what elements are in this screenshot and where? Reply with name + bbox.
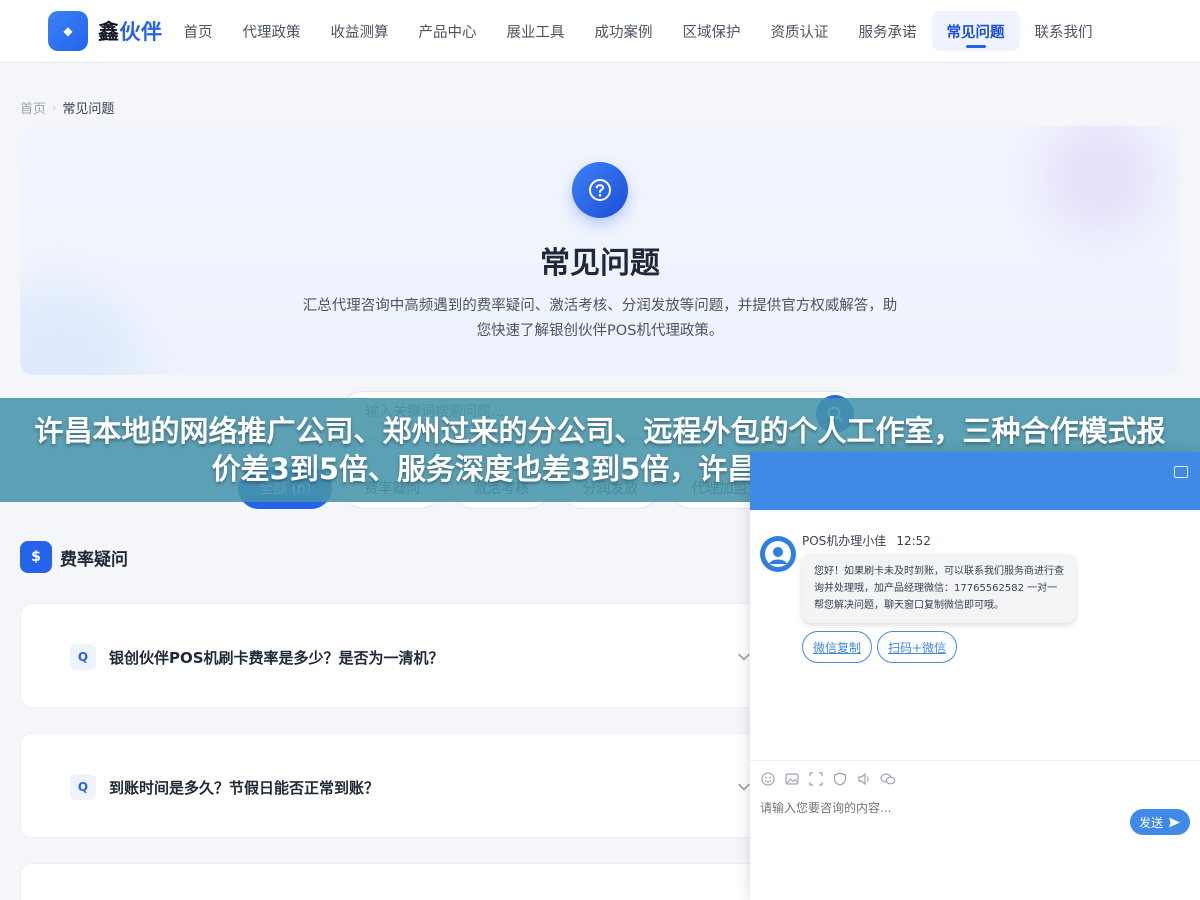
nav-item-products[interactable]: 产品中心 — [404, 11, 492, 51]
nav-item-earnings-calc[interactable]: 收益测算 — [316, 11, 404, 51]
screenshot-icon[interactable] — [808, 771, 824, 787]
scan-wechat-button[interactable]: 扫码+微信 — [877, 631, 958, 663]
nav-item-service[interactable]: 服务承诺 — [844, 11, 932, 51]
voice-icon[interactable] — [856, 771, 872, 787]
minimize-icon[interactable] — [1174, 466, 1188, 478]
send-label: 发送 — [1138, 815, 1163, 830]
nav-item-cases[interactable]: 成功案例 — [580, 11, 668, 51]
message-meta: POS机办理小佳 12:52 — [802, 532, 931, 549]
emoji-icon[interactable] — [760, 771, 776, 787]
brand-name: 鑫伙伴 — [98, 16, 163, 46]
chevron-down-icon[interactable] — [737, 780, 751, 794]
brand-name-prefix: 鑫 — [98, 20, 120, 44]
hero-section: 常见问题 汇总代理咨询中高频遇到的费率疑问、激活考核、分润发放等问题，并提供官方… — [20, 126, 1180, 375]
decor-blob — [1040, 126, 1160, 236]
nav-item-certification[interactable]: 资质认证 — [756, 11, 844, 51]
agent-message: 您好！如果刷卡未及时到账，可以联系我们服务商进行查询并处理哦，加产品经理微信：1… — [802, 554, 1076, 623]
question-badge: Q — [70, 644, 96, 670]
nav-item-faq[interactable]: 常见问题 — [931, 11, 1020, 51]
diamond-icon: ◆ — [48, 11, 88, 51]
faq-question: 到账时间是多久？节假日能否正常到账？ — [109, 779, 380, 797]
send-icon — [1169, 817, 1180, 827]
copy-wechat-button[interactable]: 微信复制 — [802, 631, 873, 663]
dollar-icon: $ — [20, 541, 52, 573]
logo[interactable]: ◆ 鑫伙伴 — [48, 11, 163, 51]
faq-question: 银创伙伴POS机刷卡费率是多少？是否为一清机？ — [109, 649, 444, 667]
decor-blob — [20, 286, 140, 375]
agent-avatar — [760, 536, 796, 572]
page-description: 汇总代理咨询中高频遇到的费率疑问、激活考核、分润发放等问题，并提供官方权威解答，… — [302, 298, 898, 339]
nav-item-tools[interactable]: 展业工具 — [492, 11, 580, 51]
chat-window: POS机办理小佳 12:52 您好！如果刷卡未及时到账，可以联系我们服务商进行查询… — [750, 452, 1200, 900]
brand-name-accent: 伙伴 — [119, 20, 163, 44]
faq-item[interactable] — [20, 863, 760, 900]
faq-item[interactable]: Q 到账时间是多久？节假日能否正常到账？ — [20, 733, 760, 838]
chevron-right-icon: › — [52, 101, 57, 114]
breadcrumb-current: 常见问题 — [62, 102, 115, 117]
agent-name: POS机办理小佳 — [802, 534, 887, 548]
top-nav: ◆ 鑫伙伴 首页 代理政策 收益测算 产品中心 展业工具 成功案例 区域保护 资… — [0, 0, 1200, 63]
chevron-down-icon[interactable] — [737, 650, 751, 664]
divider — [750, 760, 1200, 761]
nav-item-region-protection[interactable]: 区域保护 — [668, 11, 756, 51]
section-title: 费率疑问 — [60, 549, 128, 570]
wechat-icon[interactable] — [880, 771, 896, 787]
nav-item-contact[interactable]: 联系我们 — [1020, 11, 1108, 51]
breadcrumb-home[interactable]: 首页 — [20, 98, 46, 117]
nav-item-home[interactable]: 首页 — [169, 11, 228, 51]
send-button[interactable]: 发送 — [1130, 809, 1190, 835]
chat-message-input[interactable] — [760, 801, 1120, 815]
faq-item[interactable]: Q 银创伙伴POS机刷卡费率是多少？是否为一清机？ — [20, 603, 760, 708]
question-badge: Q — [70, 774, 96, 800]
question-circle-icon — [572, 162, 628, 218]
nav-menu: 首页 代理政策 收益测算 产品中心 展业工具 成功案例 区域保护 资质认证 服务… — [169, 11, 1108, 51]
message-time: 12:52 — [896, 534, 931, 548]
image-icon[interactable] — [784, 771, 800, 787]
page-title: 常见问题 — [540, 246, 660, 281]
nav-item-agent-policy[interactable]: 代理政策 — [228, 11, 316, 51]
section-header: $ 费率疑问 — [20, 541, 128, 573]
chat-toolbar — [760, 771, 904, 787]
breadcrumb: 首页 › 常见问题 — [20, 98, 114, 117]
rating-icon[interactable] — [832, 771, 848, 787]
chat-header — [750, 452, 1200, 510]
